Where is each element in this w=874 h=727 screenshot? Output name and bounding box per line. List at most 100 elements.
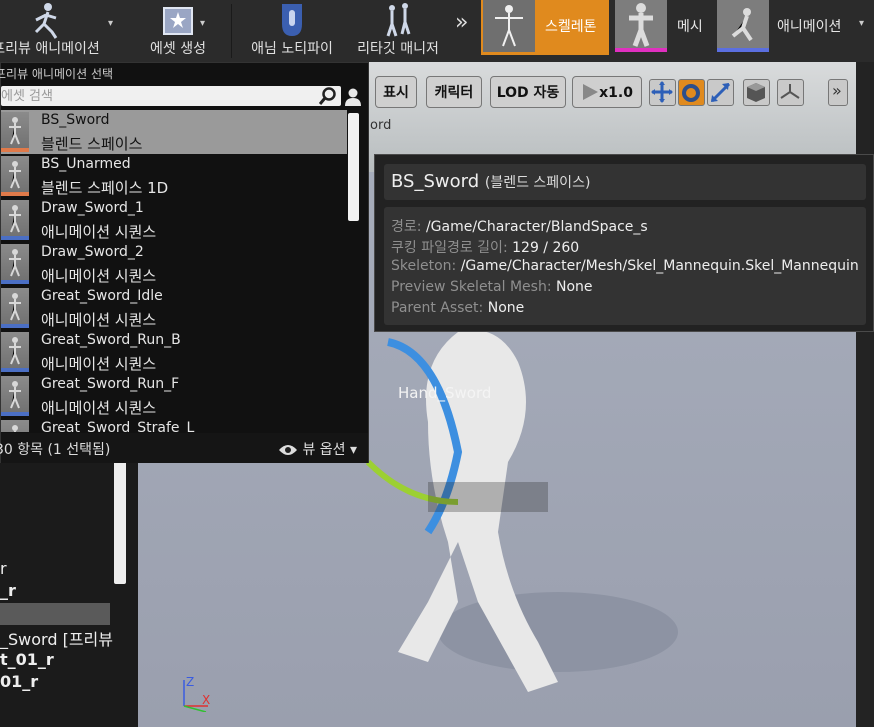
move-arrows-icon [651, 81, 673, 103]
asset-type-color-bar [1, 280, 29, 284]
svg-text:Z: Z [186, 675, 194, 689]
left-row-4[interactable]: t_01_r [0, 650, 54, 669]
tooltip-value: None [556, 279, 593, 295]
mode-tab-animation-label: 애니메이션 [777, 19, 842, 35]
animation-mode-dropdown-icon[interactable]: ▾ [859, 18, 864, 29]
asset-list-item[interactable]: Draw_Sword_2 애니메이션 시퀀스 [1, 242, 347, 286]
view-options-dropdown-icon: ▾ [350, 442, 358, 458]
asset-name: Great_Sword_Idle [41, 288, 163, 304]
viewport-bg-text: ord [370, 118, 392, 133]
asset-type-color-bar [1, 148, 29, 152]
create-asset-dropdown-icon[interactable]: ▾ [200, 18, 205, 29]
axis-gizmo: Z X [183, 675, 210, 712]
tooltip-row-cook-length: 쿠킹 파일경로 길이: 129 / 260 [391, 237, 579, 257]
asset-list-item[interactable]: Great_Sword_Run_B 애니메이션 시퀀스 [1, 330, 347, 374]
surface-snap-button[interactable] [777, 79, 804, 106]
viewport-overflow-button[interactable]: » [828, 79, 848, 106]
figure-thumbnail-icon [9, 161, 21, 189]
retarget-manager-label: 리타깃 매니저 [357, 41, 439, 57]
tooltip-value: /Game/Character/Mesh/Skel_Mannequin.Skel… [460, 258, 859, 274]
mesh-thumbnail [615, 0, 667, 52]
tooltip-key: Parent Asset: [391, 300, 484, 316]
preview-animation-button[interactable]: 프리뷰 애니메이션 [0, 0, 102, 62]
search-box [1, 86, 341, 106]
asset-list-scrollbar[interactable] [348, 113, 359, 221]
asset-type: 블렌드 스페이스 1D [41, 179, 169, 197]
asset-list-item[interactable]: Draw_Sword_1 애니메이션 시퀀스 [1, 198, 347, 242]
create-asset-button[interactable]: 에셋 생성 [126, 0, 230, 62]
asset-thumbnail [1, 376, 29, 416]
asset-name: Draw_Sword_2 [41, 244, 144, 260]
retarget-manager-button[interactable]: 리타깃 매니저 [350, 0, 446, 62]
playback-speed-button[interactable]: x1.0 [572, 76, 642, 108]
asset-list-item[interactable]: Great_Sword_Strafe_L [1, 418, 347, 432]
left-row-1[interactable]: r [0, 559, 7, 578]
asset-thumbnail [1, 244, 29, 284]
asset-name: Draw_Sword_1 [41, 200, 144, 216]
mode-tab-mesh-label: 메시 [677, 19, 703, 35]
tooltip-key: 쿠킹 파일경로 길이: [391, 240, 508, 256]
picker-footer: 30 항목 (1 선택됨) 뷰 옵션 ▾ [0, 433, 368, 463]
asset-type-color-bar [1, 368, 29, 372]
search-icon[interactable] [319, 87, 337, 105]
bone-label: Hand_Sword [398, 384, 492, 402]
asset-thumbnail [1, 332, 29, 372]
tooltip-title: BS_Sword [391, 171, 480, 192]
asset-list-item[interactable]: BS_Sword 블렌드 스페이스 [1, 110, 347, 154]
asset-tooltip: BS_Sword (블렌드 스페이스) 경로: /Game/Character/… [374, 154, 874, 332]
show-button[interactable]: 표시 [375, 76, 417, 108]
scale-tool-button[interactable] [707, 79, 734, 106]
asset-type: 애니메이션 시퀀스 [41, 355, 157, 373]
asset-type: 애니메이션 시퀀스 [41, 399, 157, 417]
local-space-button[interactable] [743, 79, 770, 106]
figure-thumbnail-icon [12, 425, 18, 432]
mode-tab-animation[interactable]: 애니메이션 ▾ [715, 0, 874, 55]
left-row-5[interactable]: 01_r [0, 672, 38, 691]
play-icon [583, 84, 598, 100]
rotate-tool-button[interactable] [678, 79, 705, 106]
view-options-label: 뷰 옵션 [302, 442, 346, 458]
asset-type: 애니메이션 시퀀스 [41, 267, 157, 285]
asset-name: Great_Sword_Run_B [41, 332, 181, 348]
asset-type-color-bar [1, 412, 29, 416]
skeleton-icon [495, 5, 523, 47]
character-button[interactable]: 캐릭터 [426, 76, 482, 108]
lod-auto-button[interactable]: LOD 자동 [490, 76, 566, 108]
toolbar-overflow-icon[interactable]: » [455, 10, 468, 35]
retarget-figures-icon [386, 3, 411, 37]
tooltip-title-line: BS_Sword (블렌드 스페이스) [391, 171, 590, 192]
tooltip-subtitle: (블렌드 스페이스) [484, 175, 591, 191]
figure-thumbnail-icon [9, 205, 21, 233]
skeleton-thumbnail [483, 0, 535, 52]
mode-tab-skeleton[interactable]: 스켈레톤 [481, 0, 609, 55]
asset-name: Great_Sword_Run_F [41, 376, 180, 392]
asset-list-item[interactable]: Great_Sword_Run_F 애니메이션 시퀀스 [1, 374, 347, 418]
animation-thumbnail [717, 0, 769, 52]
svg-text:X: X [202, 693, 210, 707]
mode-tab-mesh[interactable]: 메시 [613, 0, 711, 55]
preview-animation-dropdown-icon[interactable]: ▾ [108, 18, 113, 29]
anim-notify-button[interactable]: 애님 노티파이 [242, 0, 342, 62]
asset-search-input[interactable] [1, 86, 311, 106]
overflow-chevron-icon: » [832, 81, 842, 100]
toolbar-divider [231, 4, 232, 58]
tooltip-body: 경로: /Game/Character/BlandSpace_s 쿠킹 파일경로… [384, 207, 866, 325]
tooltip-header: BS_Sword (블렌드 스페이스) [384, 164, 866, 200]
eye-icon [279, 445, 297, 455]
view-options-button[interactable]: 뷰 옵션 ▾ [278, 439, 357, 459]
rotate-icon [682, 84, 700, 102]
user-filter-icon[interactable] [344, 87, 362, 107]
asset-type-color-bar [1, 236, 29, 240]
asset-thumbnail [1, 420, 29, 432]
translate-tool-button[interactable] [649, 79, 676, 106]
mesh-figure-icon [629, 3, 653, 47]
tooltip-row-parent-asset: Parent Asset: None [391, 300, 524, 316]
left-row-3[interactable]: _Sword [프리뷰 [0, 626, 113, 650]
snap-icon [780, 84, 800, 99]
asset-thumbnail [1, 112, 29, 152]
anim-notify-icon [282, 4, 302, 36]
asset-list-item[interactable]: Great_Sword_Idle 애니메이션 시퀀스 [1, 286, 347, 330]
asset-list-item[interactable]: BS_Unarmed 블렌드 스페이스 1D [1, 154, 347, 198]
left-row-2[interactable]: _r [0, 581, 16, 600]
asset-type-color-bar [1, 324, 29, 328]
